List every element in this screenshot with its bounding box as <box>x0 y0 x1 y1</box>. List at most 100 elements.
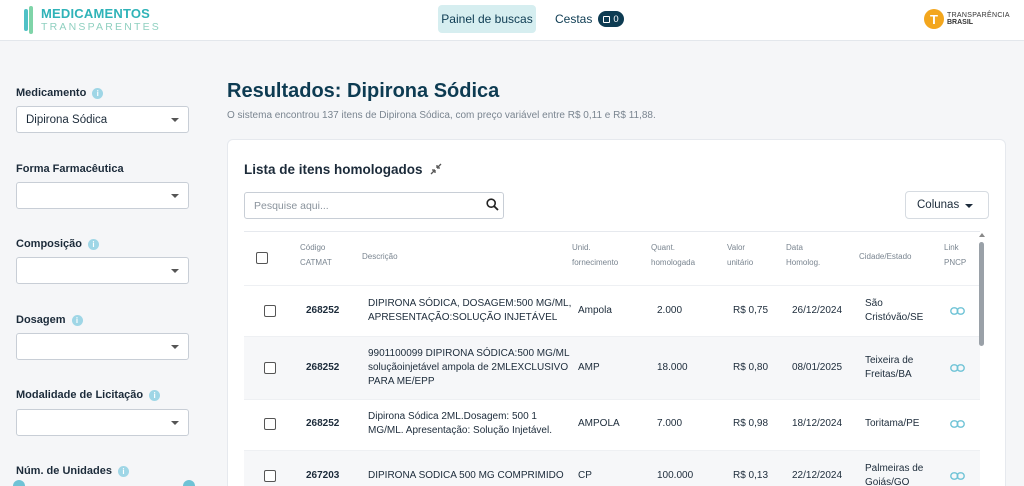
cell-codigo: 268252 <box>306 362 340 373</box>
header-data: Data Homolog. <box>786 243 821 268</box>
search-input[interactable] <box>244 192 504 219</box>
table-row[interactable]: 268252 DIPIRONA SÓDICA, DOSAGEM:500 MG/M… <box>244 286 980 337</box>
table-row[interactable]: 268252 9901100099 DIPIRONA SÓDICA:500 MG… <box>244 337 980 400</box>
info-icon[interactable]: i <box>88 238 100 250</box>
link-icon[interactable] <box>950 307 965 315</box>
filter-label-modalidade: Modalidade de Licitação i <box>16 389 161 401</box>
cart-count: 0 <box>613 13 619 25</box>
link-icon[interactable] <box>950 472 965 480</box>
filter-label-num-unidades: Núm. de Unidades i <box>16 465 129 477</box>
cell-unid: Ampola <box>578 305 612 316</box>
transparencia-brasil-logo[interactable]: T TRANSPARÊNCIA BRASIL <box>924 9 1010 29</box>
header-link: Link PNCP <box>944 243 967 268</box>
medicamento-select-value: Dipirona Sódica <box>26 113 108 126</box>
scroll-thumb[interactable] <box>979 242 984 346</box>
nav-cestas-label: Cestas <box>555 12 593 26</box>
chevron-down-icon <box>171 118 179 122</box>
nav-painel-de-buscas[interactable]: Painel de buscas <box>438 5 536 33</box>
cell-descricao: 9901100099 DIPIRONA SÓDICA:500 MG/ML solu… <box>368 348 570 387</box>
cell-cidade: Toritama/PE <box>865 418 920 429</box>
select-all-checkbox[interactable] <box>256 252 268 264</box>
cell-descricao: Dipirona Sódica 2ML.Dosagem: 500 1 MG/ML.… <box>368 411 552 436</box>
medicamentos-transparentes-logo[interactable]: MEDICAMENTOS TRANSPARENTES <box>24 5 161 35</box>
composicao-select[interactable] <box>16 257 189 284</box>
collapse-icon[interactable] <box>429 162 443 176</box>
row-checkbox[interactable] <box>264 362 276 374</box>
cell-unid: AMPOLA <box>578 418 620 429</box>
transparencia-brasil-mark-icon: T <box>924 9 944 29</box>
columns-dropdown-button[interactable]: Colunas <box>905 191 989 219</box>
header-quant: Quant. homologada <box>651 243 696 268</box>
link-icon[interactable] <box>950 420 965 428</box>
logo-line-1: MEDICAMENTOS <box>41 6 151 22</box>
row-checkbox[interactable] <box>264 418 276 430</box>
cell-cidade: Teixeira de Freitas/BA <box>865 355 914 380</box>
cell-codigo: 268252 <box>306 418 340 429</box>
chevron-down-icon <box>171 421 179 425</box>
cell-quant: 7.000 <box>657 418 683 429</box>
scroll-up-arrow-icon[interactable] <box>979 233 985 237</box>
results-card: Lista de itens homologados Colunas Códig… <box>227 139 1006 486</box>
search-icon[interactable] <box>486 198 499 211</box>
top-header: MEDICAMENTOS TRANSPARENTES Painel de bus… <box>0 0 1024 41</box>
table-row[interactable]: 267203 DIPIRONA SODICA 500 MG COMPRIMIDO… <box>244 451 980 486</box>
cell-cidade: Palmeiras de Goiás/GO <box>865 463 924 486</box>
chevron-down-icon <box>171 345 179 349</box>
header-unid: Unid. fornecimento <box>572 243 619 268</box>
cell-valor: R$ 0,75 <box>733 305 769 316</box>
cell-valor: R$ 0,98 <box>733 418 769 429</box>
partner-line-1: TRANSPARÊNCIA <box>947 12 1010 19</box>
table-scrollbar[interactable] <box>979 233 986 486</box>
table-row[interactable]: 268252 Dipirona Sódica 2ML.Dosagem: 500 … <box>244 400 980 451</box>
cell-valor: R$ 0,80 <box>733 362 769 373</box>
cell-cidade: São Cristóvão/SE <box>865 298 924 323</box>
header-codigo: Código CATMAT <box>300 243 332 268</box>
medicamento-select[interactable]: Dipirona Sódica <box>16 106 189 133</box>
cell-data: 22/12/2024 <box>792 470 843 481</box>
cell-data: 08/01/2025 <box>792 362 843 373</box>
unidades-slider-min-handle[interactable] <box>13 480 25 486</box>
header-descricao: Descrição <box>362 252 398 261</box>
link-icon[interactable] <box>950 364 965 372</box>
chevron-down-icon <box>965 204 973 208</box>
columns-label: Colunas <box>917 199 960 211</box>
logo-mark-icon <box>24 6 36 34</box>
cell-unid: AMP <box>578 362 600 373</box>
cell-descricao: DIPIRONA SÓDICA, DOSAGEM:500 MG/ML, APRES… <box>368 298 572 323</box>
filter-label-dosagem: Dosagem i <box>16 314 83 326</box>
results-summary: O sistema encontrou 137 itens de Dipiron… <box>227 110 656 121</box>
nav-cestas[interactable]: Cestas 0 <box>555 5 624 33</box>
partner-line-2: BRASIL <box>947 19 974 26</box>
row-checkbox[interactable] <box>264 305 276 317</box>
card-title: Lista de itens homologados <box>244 162 423 177</box>
table-header-row: Código CATMAT Descrição Unid. fornecimento… <box>244 232 980 286</box>
cell-data: 26/12/2024 <box>792 305 843 316</box>
cell-quant: 2.000 <box>657 305 683 316</box>
dosagem-select[interactable] <box>16 333 189 360</box>
shopping-bag-icon <box>603 15 611 23</box>
cell-quant: 100.000 <box>657 470 694 481</box>
header-valor: Valor unitário <box>727 243 754 268</box>
cell-codigo: 267203 <box>306 470 340 481</box>
chevron-down-icon <box>171 269 179 273</box>
info-icon[interactable]: i <box>92 87 104 99</box>
modalidade-select[interactable] <box>16 409 189 436</box>
cell-unid: CP <box>578 470 592 481</box>
cell-valor: R$ 0,13 <box>733 470 769 481</box>
logo-line-2: TRANSPARENTES <box>41 21 162 34</box>
info-icon[interactable]: i <box>149 389 161 401</box>
chevron-down-icon <box>171 194 179 198</box>
row-checkbox[interactable] <box>264 470 276 482</box>
forma-farmaceutica-select[interactable] <box>16 182 189 209</box>
info-icon[interactable]: i <box>71 314 83 326</box>
info-icon[interactable]: i <box>117 465 129 477</box>
page-title: Resultados: Dipirona Sódica <box>227 80 500 102</box>
unidades-slider-max-handle[interactable] <box>183 480 195 486</box>
filter-label-medicamento: Medicamento i <box>16 87 104 99</box>
cell-codigo: 268252 <box>306 305 340 316</box>
filter-label-forma-farmaceutica: Forma Farmacêutica <box>16 163 124 175</box>
filter-label-composicao: Composição i <box>16 238 100 250</box>
header-cidade: Cidade/Estado <box>859 252 912 261</box>
cart-badge: 0 <box>598 11 624 27</box>
cell-descricao: DIPIRONA SODICA 500 MG COMPRIMIDO <box>368 470 564 481</box>
